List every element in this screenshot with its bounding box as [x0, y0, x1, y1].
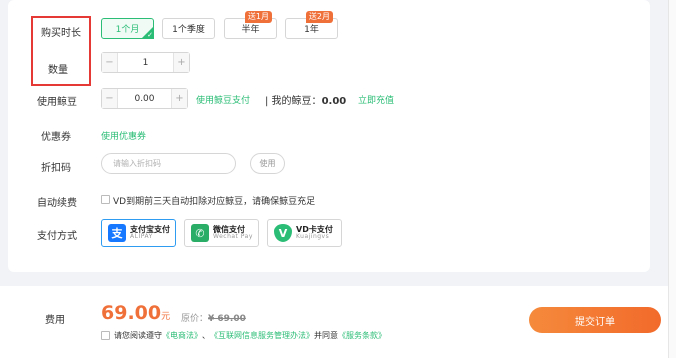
price-value: 69.00元 [101, 302, 170, 324]
original-price: 原价：¥ 69.00 [181, 311, 246, 324]
payment-sub: Wechat Pay [213, 233, 253, 241]
use-coupon-link[interactable]: 使用优惠券 [101, 129, 146, 142]
payment-option-vd-card[interactable]: V VD卡支付 Kuajingvs [267, 219, 342, 247]
quantity-label: 数量 [48, 65, 68, 76]
fee-label: 费用 [45, 315, 65, 326]
duration-option-label: 1年 [304, 25, 319, 35]
agreement-checkbox[interactable] [101, 331, 110, 340]
payment-sub: ALIPAY [130, 233, 153, 241]
vd-card-icon: V [274, 224, 292, 242]
discount-label: 折扣码 [41, 163, 71, 174]
autorenew-text: VD到期前三天自动扣除对应鲸豆，请确保鲸豆充足 [113, 197, 316, 207]
my-beans-text: | 我的鲸豆：0.00 [265, 92, 346, 107]
duration-option-1-month[interactable]: 1个月 ✓ [101, 18, 154, 39]
duration-option-1-quarter[interactable]: 1个季度 [162, 18, 215, 39]
submit-order-button[interactable]: 提交订单 [529, 307, 661, 333]
quantity-minus-button[interactable]: − [102, 53, 118, 72]
my-beans-value: 0.00 [321, 96, 347, 107]
my-beans-prefix: | 我的鲸豆： [265, 96, 322, 107]
bean-plus-button[interactable]: + [171, 89, 187, 108]
original-price-label: 原价： [181, 314, 209, 324]
quantity-value[interactable]: 1 [118, 53, 173, 72]
order-form-card: 购买时长 数量 使用鲸豆 优惠券 折扣码 自动续费 支付方式 1个月 ✓ 1个季… [8, 0, 650, 272]
check-icon: ✓ [147, 31, 153, 39]
agreement-separator: 、 [202, 331, 210, 340]
payment-option-wechat[interactable]: ✆ 微信支付 Wechat Pay [184, 219, 259, 247]
discount-use-button[interactable]: 使用 [250, 153, 285, 174]
original-price-value: ¥ 69.00 [208, 314, 246, 324]
agreement-prefix: 请您阅读遵守 [114, 331, 162, 340]
duration-option-label: 半年 [241, 25, 260, 35]
checkout-footer: 费用 69.00元 原价：¥ 69.00 请您阅读遵守 《电商法》 、 《互联网… [0, 286, 676, 358]
bean-label: 使用鲸豆 [37, 97, 77, 108]
autorenew-label: 自动续费 [37, 198, 77, 209]
duration-option-1-year[interactable]: 1年 送2月 [285, 11, 338, 39]
alipay-icon: 支 [108, 224, 126, 242]
bean-stepper: − 0.00 + [101, 88, 188, 109]
use-bean-pay-link[interactable]: 使用鲸豆支付 [196, 93, 250, 106]
bean-minus-button[interactable]: − [102, 89, 118, 108]
ecommerce-law-link[interactable]: 《电商法》 [162, 330, 202, 341]
autorenew-checkbox[interactable] [101, 195, 110, 204]
gift-tag: 送1月 [244, 11, 272, 23]
terms-of-service-link[interactable]: 《服务条款》 [338, 330, 386, 341]
duration-option-label: 1个季度 [172, 25, 205, 35]
scrollbar-track[interactable] [668, 0, 676, 358]
coupon-label: 优惠券 [41, 132, 71, 143]
payment-option-alipay[interactable]: 支 支付宝支付 ALIPAY [101, 219, 176, 247]
wechat-icon: ✆ [191, 224, 209, 242]
discount-code-input[interactable]: 请输入折扣码 [101, 153, 236, 174]
recharge-link[interactable]: 立即充值 [358, 93, 394, 106]
price-amount: 69.00 [101, 302, 162, 324]
bean-value[interactable]: 0.00 [118, 89, 171, 108]
price-unit: 元 [161, 312, 171, 322]
quantity-plus-button[interactable]: + [173, 53, 189, 72]
duration-option-half-year[interactable]: 半年 送1月 [224, 11, 277, 39]
duration-label: 购买时长 [41, 28, 81, 39]
quantity-stepper: − 1 + [101, 52, 190, 73]
gift-tag: 送2月 [305, 11, 333, 23]
payment-label: 支付方式 [37, 231, 77, 242]
duration-option-label: 1个月 [115, 25, 140, 35]
agreement-row: 请您阅读遵守 《电商法》 、 《互联网信息服务管理办法》 并同意 《服务条款》 [101, 330, 386, 341]
internet-info-law-link[interactable]: 《互联网信息服务管理办法》 [210, 330, 314, 341]
payment-sub: Kuajingvs [296, 233, 330, 241]
agreement-mid: 并同意 [314, 331, 338, 340]
